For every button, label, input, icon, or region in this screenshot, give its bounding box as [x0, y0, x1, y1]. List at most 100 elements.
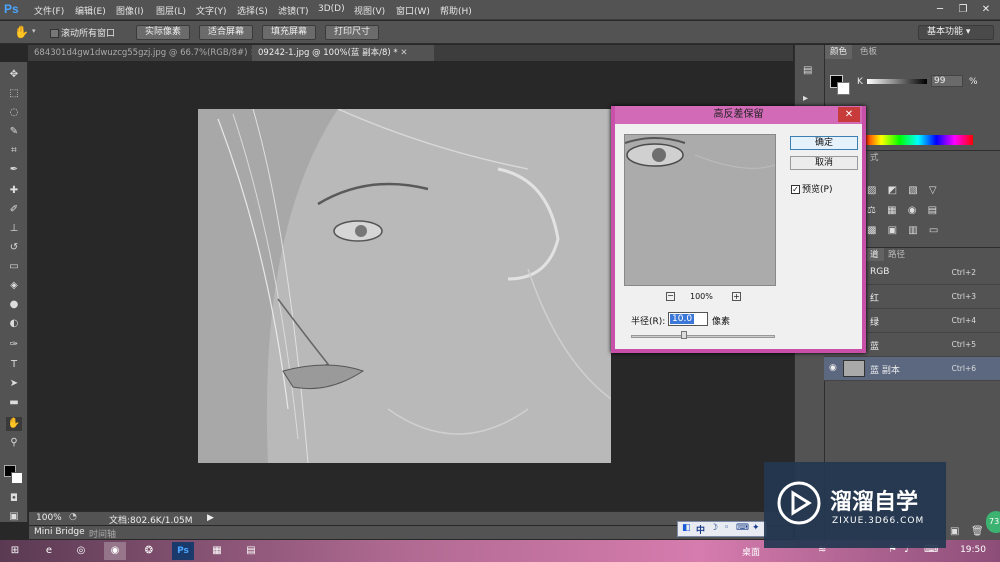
background-color-swatch[interactable] — [11, 472, 23, 484]
close-icon[interactable]: ✕ — [976, 3, 996, 16]
paint-bucket-icon[interactable]: ◈ — [6, 279, 22, 293]
taskbar-chrome-icon[interactable]: ◎ — [70, 542, 92, 560]
tab-swatches[interactable]: 色板 — [855, 45, 882, 59]
fit-screen-button[interactable]: 适合屏幕 — [199, 25, 254, 40]
zoom-out-icon[interactable]: − — [666, 292, 675, 301]
menu-view[interactable]: 视图(V) — [354, 4, 385, 17]
menu-filter[interactable]: 滤镜(T) — [278, 4, 309, 17]
radius-input[interactable]: 10.0 — [668, 312, 708, 326]
menu-layer[interactable]: 图层(L) — [156, 4, 186, 17]
close-icon[interactable]: ✕ — [838, 107, 860, 122]
print-size-button[interactable]: 打印尺寸 — [325, 25, 380, 40]
lasso-tool-icon[interactable]: ◌ — [6, 106, 22, 120]
workspace-select[interactable]: 基本功能 ▾ — [918, 25, 994, 40]
filter-preview[interactable] — [624, 134, 776, 286]
dodge-tool-icon[interactable]: ◐ — [6, 317, 22, 331]
document-image[interactable] — [198, 109, 611, 463]
hand-tool-icon[interactable]: ✋ — [14, 25, 29, 39]
ime-mode[interactable]: 中 — [696, 523, 705, 536]
color-spectrum[interactable] — [863, 135, 973, 145]
fill-screen-button[interactable]: 填充屏幕 — [262, 25, 317, 40]
taskbar-360-icon[interactable]: ◉ — [104, 542, 126, 560]
hand-tool-icon[interactable]: ✋ — [6, 417, 22, 431]
channel-row-blue-copy[interactable]: ◉ 蓝 副本 Ctrl+6 — [824, 357, 1000, 381]
rectangle-tool-icon[interactable]: ▬ — [6, 396, 22, 410]
zoom-tool-icon[interactable]: ⚲ — [6, 436, 22, 450]
k-value-input[interactable]: 99 — [931, 75, 963, 87]
cancel-button[interactable]: 取消 — [790, 156, 858, 170]
delete-channel-icon[interactable]: 🗑 — [971, 526, 984, 537]
ime-toolbar[interactable]: ◧ 中 ☽ ◦ ⌨ ✦ — [677, 521, 767, 537]
radius-slider[interactable] — [631, 335, 775, 338]
menu-select[interactable]: 选择(S) — [237, 4, 268, 17]
tab-timeline[interactable]: 时间轴 — [89, 527, 116, 540]
clone-stamp-icon[interactable]: ⊥ — [6, 222, 22, 236]
start-icon[interactable]: ⊞ — [4, 542, 26, 560]
tab-mini-bridge[interactable]: Mini Bridge — [34, 527, 85, 537]
taskbar-explorer-icon[interactable]: ▤ — [240, 542, 262, 560]
adjustment-icons-row1[interactable]: ▨ ◩ ▧ ▽ — [867, 185, 941, 196]
desktop-label[interactable]: 桌面 — [742, 545, 760, 558]
actions-panel-icon[interactable]: ▸ — [803, 93, 808, 104]
eyedropper-tool-icon[interactable]: ✒ — [6, 163, 22, 177]
menu-type[interactable]: 文字(Y) — [196, 4, 227, 17]
background-color-swatch[interactable] — [837, 82, 850, 95]
visibility-eye-icon[interactable]: ◉ — [829, 363, 837, 373]
tab-channels[interactable]: 道 — [865, 248, 884, 262]
preview-checkbox[interactable]: ✓ 预览(P) — [791, 182, 832, 195]
status-info-icon[interactable]: ◔ — [69, 512, 77, 522]
menu-edit[interactable]: 编辑(E) — [75, 4, 106, 17]
tool-preset-chevron-icon[interactable]: ▾ — [32, 27, 36, 35]
minimize-icon[interactable]: ─ — [930, 3, 950, 16]
tab-document-1[interactable]: 684301d4gw1dwuzcg55gzj.jpg @ 66.7%(RGB/8… — [28, 45, 257, 61]
eraser-tool-icon[interactable]: ▭ — [6, 260, 22, 274]
new-channel-icon[interactable]: ▣ — [950, 526, 959, 537]
menu-3d[interactable]: 3D(D) — [318, 4, 345, 14]
path-select-tool-icon[interactable]: ➤ — [6, 377, 22, 391]
crop-tool-icon[interactable]: ⌗ — [6, 144, 22, 158]
blur-tool-icon[interactable]: ● — [6, 298, 22, 312]
ime-settings-icon[interactable]: ✦ — [752, 523, 760, 533]
history-brush-icon[interactable]: ↺ — [6, 241, 22, 255]
ok-button[interactable]: 确定 — [790, 136, 858, 150]
floating-badge[interactable]: 73 — [986, 511, 1000, 533]
k-unit: % — [969, 77, 978, 87]
ime-moon-icon[interactable]: ☽ — [710, 523, 718, 533]
status-menu-arrow-icon[interactable]: ▶ — [207, 513, 214, 523]
radius-slider-thumb[interactable] — [681, 331, 688, 339]
taskbar-ie-icon[interactable]: e — [38, 542, 60, 560]
tab-paths[interactable]: 路径 — [883, 248, 910, 262]
adjustment-icons-row3[interactable]: ▩ ▣ ▥ ▭ — [867, 225, 942, 236]
quick-select-tool-icon[interactable]: ✎ — [6, 125, 22, 139]
actual-pixels-button[interactable]: 实际像素 — [136, 25, 191, 40]
ime-punct-icon[interactable]: ◦ — [724, 523, 729, 533]
tab-styles[interactable]: 式 — [865, 151, 884, 165]
move-tool-icon[interactable]: ✥ — [6, 68, 22, 82]
tab-document-2[interactable]: 09242-1.jpg @ 100%(蓝 副本/8) * ✕ — [252, 45, 434, 61]
adjustment-icons-row2[interactable]: ⚖ ▦ ◉ ▤ — [867, 205, 941, 216]
quick-mask-icon[interactable]: ◘ — [6, 492, 22, 506]
maximize-icon[interactable]: ❐ — [953, 3, 973, 16]
k-slider[interactable] — [867, 79, 927, 84]
menu-image[interactable]: 图像(I) — [116, 4, 144, 17]
taskbar-photoshop-icon[interactable]: Ps — [172, 542, 194, 560]
brush-tool-icon[interactable]: ✐ — [6, 203, 22, 217]
tab-color[interactable]: 颜色 — [825, 45, 853, 59]
history-panel-icon[interactable]: ▤ — [803, 65, 812, 76]
taskbar-qq-icon[interactable]: ❂ — [138, 542, 160, 560]
ime-keyboard-icon[interactable]: ⌨ — [736, 523, 749, 533]
zoom-in-icon[interactable]: + — [732, 292, 741, 301]
taskbar-image-viewer-icon[interactable]: ▦ — [206, 542, 228, 560]
marquee-tool-icon[interactable]: ⬚ — [6, 87, 22, 101]
scroll-all-windows-checkbox[interactable]: 滚动所有窗口 — [50, 26, 115, 39]
clock[interactable]: 19:50 — [960, 545, 986, 555]
close-tab-icon[interactable]: ✕ — [400, 48, 407, 58]
pen-tool-icon[interactable]: ✑ — [6, 338, 22, 352]
menu-help[interactable]: 帮助(H) — [440, 4, 472, 17]
screen-mode-icon[interactable]: ▣ — [6, 510, 22, 524]
healing-brush-icon[interactable]: ✚ — [6, 184, 22, 198]
menu-file[interactable]: 文件(F) — [34, 4, 64, 17]
menu-window[interactable]: 窗口(W) — [396, 4, 430, 17]
type-tool-icon[interactable]: T — [6, 358, 22, 372]
zoom-level[interactable]: 100% — [36, 513, 62, 523]
